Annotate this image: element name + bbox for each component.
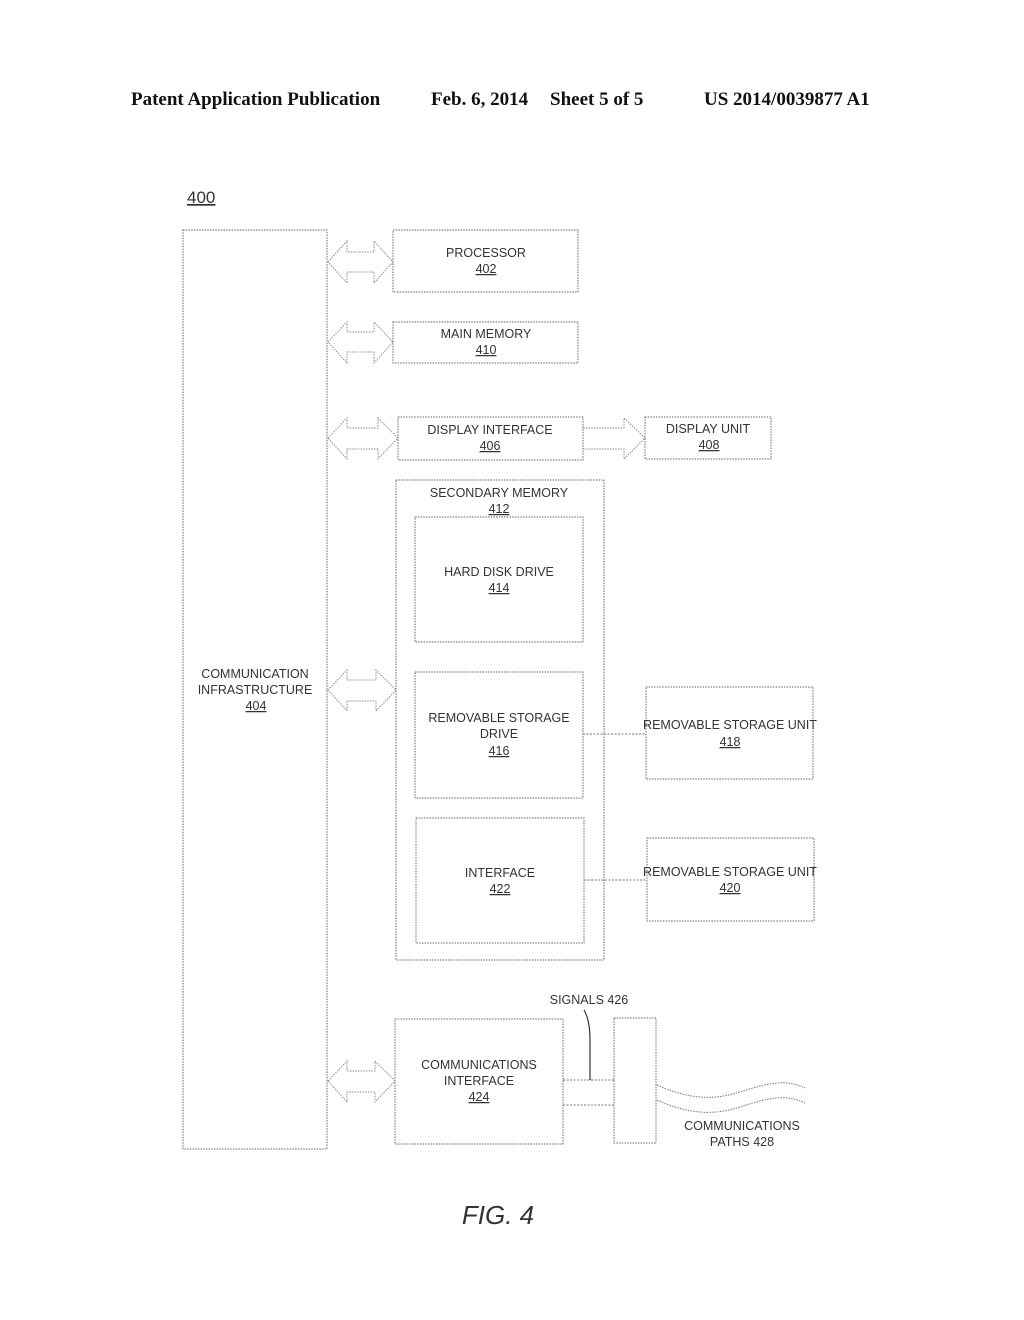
processor-label: PROCESSOR [446,246,526,260]
communications-interface-label-2: INTERFACE [444,1074,514,1088]
removable-storage-drive-block: REMOVABLE STORAGE DRIVE 416 [414,671,584,799]
removable-storage-unit-418-label: REMOVABLE STORAGE UNIT [643,718,817,732]
bidirectional-arrow-processor [327,239,394,285]
communication-infrastructure-block: COMMUNICATION INFRASTRUCTURE 404 [182,229,328,1150]
display-interface-label: DISPLAY INTERFACE [427,423,552,437]
bidirectional-arrow-communications-interface [327,1059,396,1104]
hard-disk-drive-number: 414 [489,581,510,595]
bidirectional-arrow-secondary-memory [327,668,397,713]
hard-disk-drive-block: HARD DISK DRIVE 414 [414,516,584,643]
removable-storage-unit-418-number: 418 [720,735,741,749]
interface-block: INTERFACE 422 [415,817,585,944]
removable-storage-unit-420-box [646,837,815,922]
communications-path-wave-lower [656,1097,806,1113]
removable-storage-unit-420-block: REMOVABLE STORAGE UNIT 420 [643,837,817,922]
interface-number: 422 [490,882,511,896]
communication-infrastructure-label-2: INFRASTRUCTURE [198,683,313,697]
main-memory-block: MAIN MEMORY 410 [392,321,579,364]
communications-paths-label-1: COMMUNICATIONS [684,1119,800,1133]
figure-caption: FIG. 4 [462,1200,534,1230]
figure-reference: 400 [187,188,215,207]
communications-interface-label-1: COMMUNICATIONS [421,1058,537,1072]
communications-interface-number: 424 [469,1090,490,1104]
display-unit-label: DISPLAY UNIT [666,422,751,436]
removable-storage-unit-418-box [645,686,814,780]
signals-label: SIGNALS 426 [550,993,629,1007]
arrow-display-interface-to-display-unit [583,416,646,461]
removable-storage-drive-label-2: DRIVE [480,727,518,741]
secondary-memory-number: 412 [489,502,510,516]
secondary-memory-label: SECONDARY MEMORY [430,486,569,500]
communications-path-wave-upper [656,1082,806,1098]
interface-box [415,817,585,944]
removable-storage-drive-number: 416 [489,744,510,758]
display-interface-number: 406 [480,439,501,453]
processor-number: 402 [476,262,497,276]
communications-interface-block: COMMUNICATIONS INTERFACE 424 [394,1018,564,1145]
bidirectional-arrow-main-memory [327,320,394,365]
processor-box [392,229,579,293]
hard-disk-drive-label: HARD DISK DRIVE [444,565,554,579]
removable-storage-unit-420-number: 420 [720,881,741,895]
main-memory-number: 410 [476,343,497,357]
processor-block: PROCESSOR 402 [392,229,579,293]
main-memory-label: MAIN MEMORY [441,327,532,341]
bidirectional-arrow-display-interface [327,416,399,461]
block-diagram: 400 COMMUNICATION INFRASTRUCTURE 404 PRO… [182,188,817,1230]
removable-storage-unit-418-block: REMOVABLE STORAGE UNIT 418 [643,686,817,780]
signals-leader-line [583,1009,591,1080]
communication-infrastructure-label-1: COMMUNICATION [201,667,308,681]
display-unit-number: 408 [699,438,720,452]
removable-storage-drive-label-1: REMOVABLE STORAGE [428,711,569,725]
removable-storage-unit-420-label: REMOVABLE STORAGE UNIT [643,865,817,879]
display-interface-block: DISPLAY INTERFACE 406 [397,416,584,461]
hard-disk-drive-box [414,516,584,643]
communications-paths-label-2: PATHS 428 [710,1135,774,1149]
communication-infrastructure-number: 404 [246,699,267,713]
communications-channel-box [613,1017,657,1144]
interface-label: INTERFACE [465,866,535,880]
display-unit-block: DISPLAY UNIT 408 [644,416,772,460]
